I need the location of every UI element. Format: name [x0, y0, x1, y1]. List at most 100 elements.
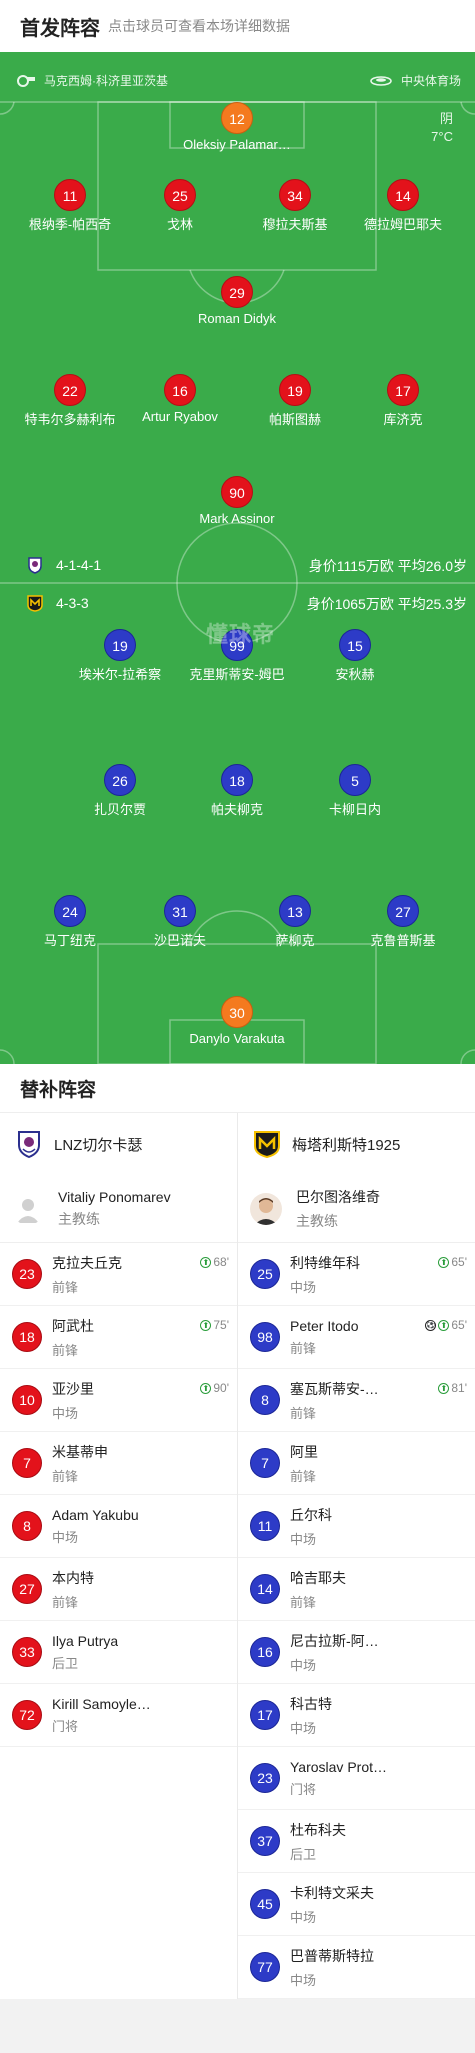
sub-player-name: Kirill Samoyle…	[52, 1695, 151, 1712]
home-team-logo	[28, 557, 42, 574]
home-team-name: LNZ切尔卡瑟	[54, 1136, 143, 1154]
weather: 阴 7°C	[431, 110, 453, 146]
sub-player-position: 中场	[290, 1720, 317, 1736]
player-number: 31	[164, 895, 196, 927]
away-player[interactable]: 30 Danylo Varakuta	[172, 996, 302, 1046]
player-name: 安秋赫	[335, 667, 375, 682]
sub-player-number: 37	[250, 1826, 280, 1856]
player-number: 30	[221, 996, 253, 1028]
home-player[interactable]: 12 Oleksiy Palamar…	[172, 102, 302, 152]
player-number: 25	[164, 179, 196, 211]
away-player[interactable]: 19 埃米尔-拉希察	[55, 629, 185, 683]
player-name: 扎贝尔贾	[93, 802, 146, 817]
away-team-line: 4-3-3 身价1065万欧 平均25.3岁	[0, 592, 475, 614]
sub-player-row[interactable]: 33 Ilya Putrya 后卫	[0, 1621, 237, 1684]
sub-player-name: Yaroslav Prot…	[290, 1758, 387, 1775]
sub-player-row[interactable]: 27 本内特 前锋	[0, 1558, 237, 1621]
sub-player-number: 98	[250, 1322, 280, 1352]
home-player[interactable]: 90 Mark Assinor	[172, 476, 302, 526]
home-formation: 4-1-4-1	[56, 557, 102, 573]
player-number: 34	[279, 179, 311, 211]
home-player[interactable]: 16 Artur Ryabov	[115, 374, 245, 424]
sub-event: ⬆ 65'	[438, 1255, 467, 1269]
player-number: 26	[104, 764, 136, 796]
away-player[interactable]: 26 扎贝尔贾	[55, 764, 185, 818]
away-team-name: 梅塔利斯特1925	[292, 1136, 401, 1154]
sub-player-row[interactable]: 14 哈吉耶夫 前锋	[238, 1558, 475, 1621]
away-player[interactable]: 27 克鲁普斯基	[338, 895, 468, 949]
sub-in-minute: 75'	[213, 1318, 229, 1332]
sub-player-row[interactable]: 17 科古特 中场	[238, 1684, 475, 1747]
sub-player-row[interactable]: 16 尼古拉斯-阿… 中场	[238, 1621, 475, 1684]
sub-player-number: 18	[12, 1322, 42, 1352]
sub-event: ⬆ 90'	[200, 1381, 229, 1395]
sub-player-name: 尼古拉斯-阿…	[290, 1632, 379, 1649]
away-team-logo	[27, 595, 43, 612]
home-coach[interactable]: 马克西姆·科济里亚茨基	[16, 72, 168, 89]
sub-player-row[interactable]: 8 塞瓦斯蒂安-… 前锋 ⬆ 81'	[238, 1369, 475, 1432]
player-name: Mark Assinor	[199, 511, 275, 526]
away-player[interactable]: 31 沙巴诺夫	[115, 895, 245, 949]
sub-player-position: 前锋	[290, 1468, 317, 1484]
sub-player-position: 中场	[290, 1531, 317, 1547]
player-name: Danylo Varakuta	[189, 1031, 285, 1046]
sub-player-row[interactable]: 72 Kirill Samoyle… 门将	[0, 1684, 237, 1747]
home-player[interactable]: 14 德拉姆巴耶夫	[338, 179, 468, 233]
away-player[interactable]: 18 帕夫柳克	[172, 764, 302, 818]
player-number: 5	[339, 764, 371, 796]
avatar	[250, 1192, 282, 1225]
sub-player-name: 科古特	[290, 1695, 332, 1712]
sub-player-number: 45	[250, 1889, 280, 1919]
sub-player-row[interactable]: 10 亚沙里 中场 ⬆ 90'	[0, 1369, 237, 1432]
sub-player-name: 克拉夫丘克	[52, 1254, 122, 1271]
sub-player-number: 23	[250, 1763, 280, 1793]
sub-player-number: 10	[12, 1385, 42, 1415]
home-subs-team[interactable]: LNZ切尔卡瑟	[0, 1113, 237, 1175]
sub-player-name: 卡利特文采夫	[290, 1884, 374, 1901]
away-player[interactable]: 15 安秋赫	[290, 629, 420, 683]
sub-player-row[interactable]: 23 克拉夫丘克 前锋 ⬆ 68'	[0, 1243, 237, 1306]
sub-player-position: 前锋	[290, 1405, 317, 1421]
sub-player-row[interactable]: 7 阿里 前锋	[238, 1432, 475, 1495]
sub-player-position: 前锋	[290, 1340, 317, 1356]
sub-player-row[interactable]: 45 卡利特文采夫 中场	[238, 1873, 475, 1936]
sub-player-row[interactable]: 25 利特维年科 中场 ⬆ 65'	[238, 1243, 475, 1306]
sub-player-row[interactable]: 7 米基蒂申 前锋	[0, 1432, 237, 1495]
sub-player-position: 中场	[52, 1529, 79, 1545]
bottom-pad	[0, 1999, 475, 2052]
home-player[interactable]: 25 戈林	[115, 179, 245, 233]
sub-event: ⬆ 81'	[438, 1381, 467, 1395]
goal-icon: ⚽	[425, 1319, 437, 1331]
page-subtitle: 点击球员可查看本场详细数据	[108, 18, 290, 34]
sub-player-row[interactable]: 18 阿武杜 前锋 ⬆ 75'	[0, 1306, 237, 1369]
sub-player-row[interactable]: 98 Peter Itodo 前锋 ⚽ ⬆ 65'	[238, 1306, 475, 1369]
away-coach-row[interactable]: 巴尔图洛维奇 主教练	[238, 1175, 475, 1243]
sub-player-name: 阿里	[290, 1443, 318, 1460]
home-coach-row[interactable]: Vitaliy Ponomarev 主教练	[0, 1175, 237, 1243]
away-coach-name: 巴尔图洛维奇	[296, 1188, 380, 1205]
sub-player-row[interactable]: 37 杜布科夫 后卫	[238, 1810, 475, 1873]
player-name: 克里斯蒂安-姆巴	[189, 667, 285, 682]
sub-player-row[interactable]: 77 巴普蒂斯特拉 中场	[238, 1936, 475, 1999]
player-number: 16	[164, 374, 196, 406]
sub-in-icon: ⬆	[200, 1382, 212, 1394]
sub-player-position: 后卫	[290, 1846, 317, 1862]
sub-player-row[interactable]: 23 Yaroslav Prot… 门将	[238, 1747, 475, 1810]
sub-player-number: 33	[12, 1637, 42, 1667]
home-player[interactable]: 17 库济克	[338, 374, 468, 428]
whistle-icon	[17, 74, 35, 87]
player-name: 戈林	[166, 217, 193, 232]
away-player[interactable]: 5 卡柳日内	[290, 764, 420, 818]
sub-player-row[interactable]: 8 Adam Yakubu 中场	[0, 1495, 237, 1558]
away-subs-team[interactable]: 梅塔利斯特1925	[238, 1113, 475, 1175]
home-player[interactable]: 29 Roman Didyk	[172, 276, 302, 326]
sub-player-row[interactable]: 11 丘尔科 中场	[238, 1495, 475, 1558]
sub-player-number: 16	[250, 1637, 280, 1667]
home-coach-name: Vitaliy Ponomarev	[58, 1188, 171, 1205]
player-name: Artur Ryabov	[142, 409, 218, 424]
sub-player-position: 前锋	[52, 1279, 79, 1295]
sub-player-number: 8	[250, 1385, 280, 1415]
player-number: 24	[54, 895, 86, 927]
sub-player-position: 前锋	[52, 1594, 79, 1610]
sub-player-name: 米基蒂申	[52, 1443, 108, 1460]
